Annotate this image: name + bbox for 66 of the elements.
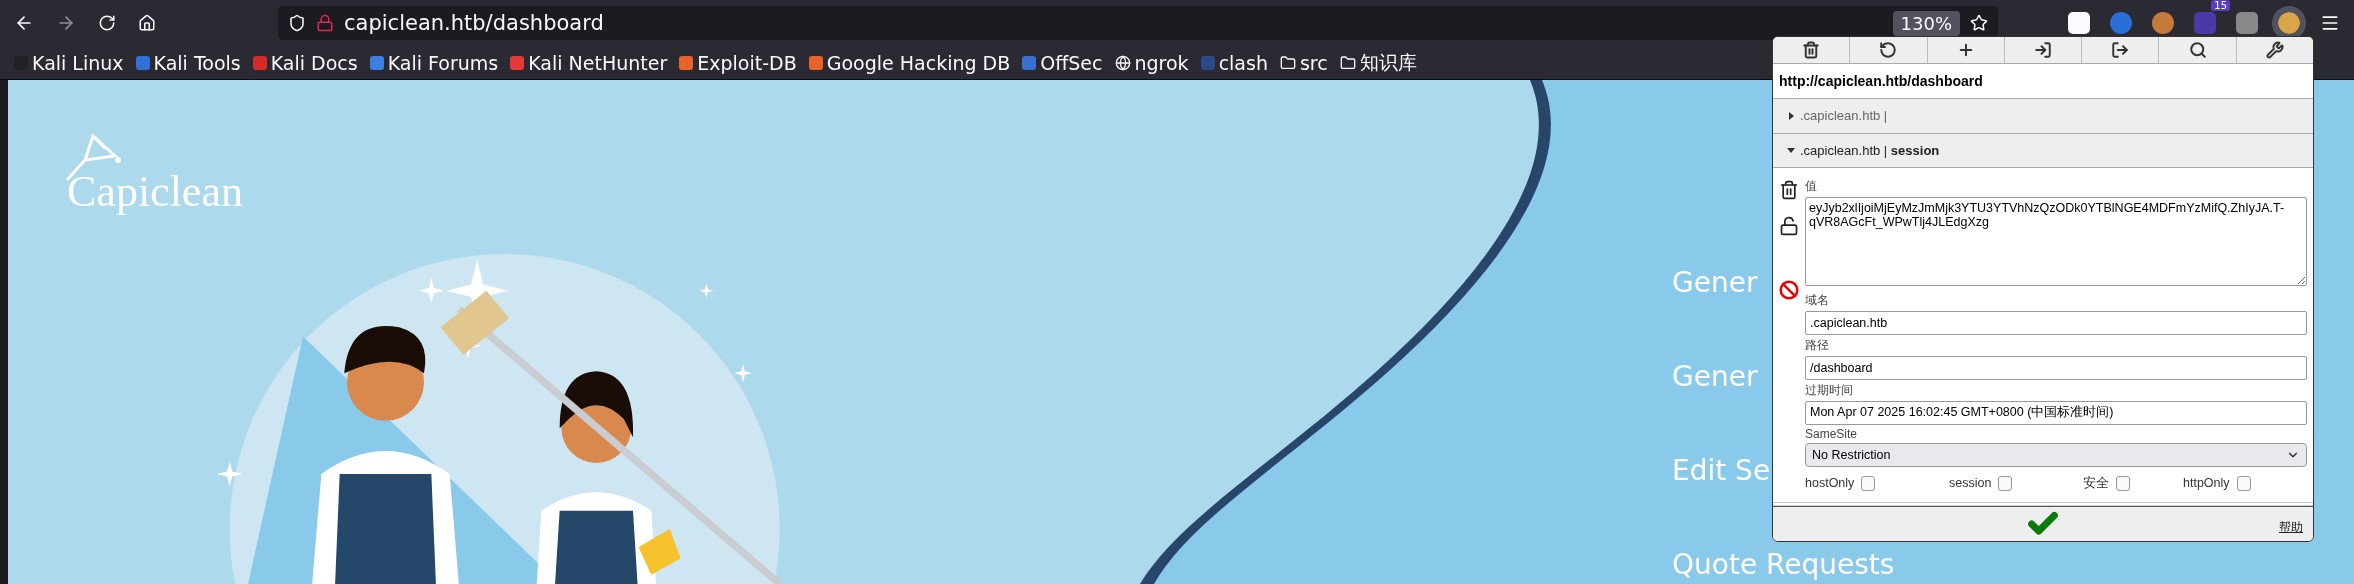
bookmark[interactable]: Google Hacking DB — [808, 51, 1011, 74]
wrench-icon — [2265, 41, 2284, 60]
menu-icon[interactable] — [2320, 13, 2340, 33]
expiry-field[interactable]: Mon Apr 07 2025 16:02:45 GMT+0800 (中国标准时间) — [1805, 400, 2307, 425]
value-field[interactable]: eyJyb2xlIjoiMjEyMzJmMjk3YTU3YTVhNzQzODk0YTBlNGE4MDFmYzMifQ.ZhIyJA.T-qVR8AGcFt_WPwTlj4JLEdgXzg — [1805, 196, 2307, 286]
logout-button[interactable] — [2082, 37, 2160, 64]
bookmark[interactable]: Kali Linux — [14, 51, 124, 74]
trash-icon — [1802, 41, 1821, 60]
samesite-select[interactable]: No Restriction — [1805, 442, 2307, 467]
zoom-level[interactable]: 130% — [1892, 10, 1960, 36]
cookie-row[interactable]: .capiclean.htb | — [1773, 99, 2313, 134]
bookmark[interactable]: ngrok — [1114, 51, 1189, 74]
checkbox-label: httpOnly — [2183, 476, 2230, 491]
checkbox-label: 安全 — [2083, 474, 2109, 492]
count-badge: 15 — [2211, 0, 2230, 11]
unlock-icon[interactable] — [1779, 215, 1799, 236]
star-icon[interactable] — [1970, 14, 1988, 32]
bookmark[interactable]: clash — [1200, 51, 1268, 74]
bookmark[interactable]: OffSec — [1022, 51, 1103, 74]
undo-icon — [1879, 41, 1898, 60]
field-label: SameSite — [1805, 426, 1859, 441]
search-icon — [2188, 41, 2207, 60]
logout-icon — [2111, 41, 2130, 60]
field-label: 路径 — [1805, 336, 1830, 354]
checkbox[interactable] — [1861, 475, 1876, 491]
folder-icon — [1279, 54, 1296, 71]
folder-icon — [1339, 54, 1356, 71]
caret-down-icon — [1787, 146, 1795, 155]
bookmark[interactable]: Kali Forums — [369, 51, 499, 74]
login-icon — [2034, 41, 2052, 60]
checkbox[interactable] — [1998, 475, 2013, 491]
field-label: 过期时间 — [1805, 381, 1854, 399]
globe-icon — [1114, 54, 1131, 71]
field-label: 值 — [1805, 177, 1818, 195]
reload-icon[interactable] — [98, 14, 116, 32]
caret-right-icon — [1787, 112, 1795, 120]
field-label: 域名 — [1805, 291, 1830, 309]
wrench-button[interactable] — [2236, 37, 2313, 64]
undo-button[interactable] — [1850, 37, 1928, 64]
login-button[interactable] — [2004, 37, 2083, 64]
search-button[interactable] — [2159, 37, 2237, 64]
domain-field[interactable]: .capiclean.htb — [1805, 310, 2307, 335]
help-link[interactable]: 帮助 — [2279, 518, 2303, 536]
shield-icon — [288, 14, 306, 32]
trash-button[interactable] — [1773, 37, 1851, 64]
bookmark[interactable]: 知识库 — [1339, 49, 1417, 76]
bookmark[interactable]: src — [1279, 51, 1328, 74]
plus-button[interactable] — [1927, 37, 2005, 64]
cookie-label: .capiclean.htb | — [1800, 108, 1888, 124]
bookmark[interactable]: Kali Tools — [135, 51, 241, 74]
path-field[interactable]: /dashboard — [1805, 355, 2307, 380]
checkbox[interactable] — [2236, 475, 2251, 491]
bookmark[interactable]: Kali Docs — [252, 51, 358, 74]
checkbox-label: session — [1949, 476, 1992, 491]
block-icon[interactable] — [1779, 279, 1799, 300]
trash-icon[interactable] — [1779, 179, 1799, 200]
checkbox[interactable] — [2116, 475, 2130, 491]
bookmark[interactable]: Kali NetHunter — [510, 51, 668, 74]
home-icon[interactable] — [138, 14, 156, 32]
bookmark[interactable]: Exploit-DB — [679, 51, 797, 74]
checkbox-label: hostOnly — [1805, 476, 1855, 491]
logo-text: Capiclean — [67, 166, 243, 218]
cookie-row[interactable]: .capiclean.htb | session — [1773, 133, 2313, 168]
lock-icon — [316, 14, 334, 32]
cookie-label: .capiclean.htb | session — [1800, 142, 1940, 158]
address-bar[interactable]: capiclean.htb/dashboard 130% — [278, 6, 1998, 40]
